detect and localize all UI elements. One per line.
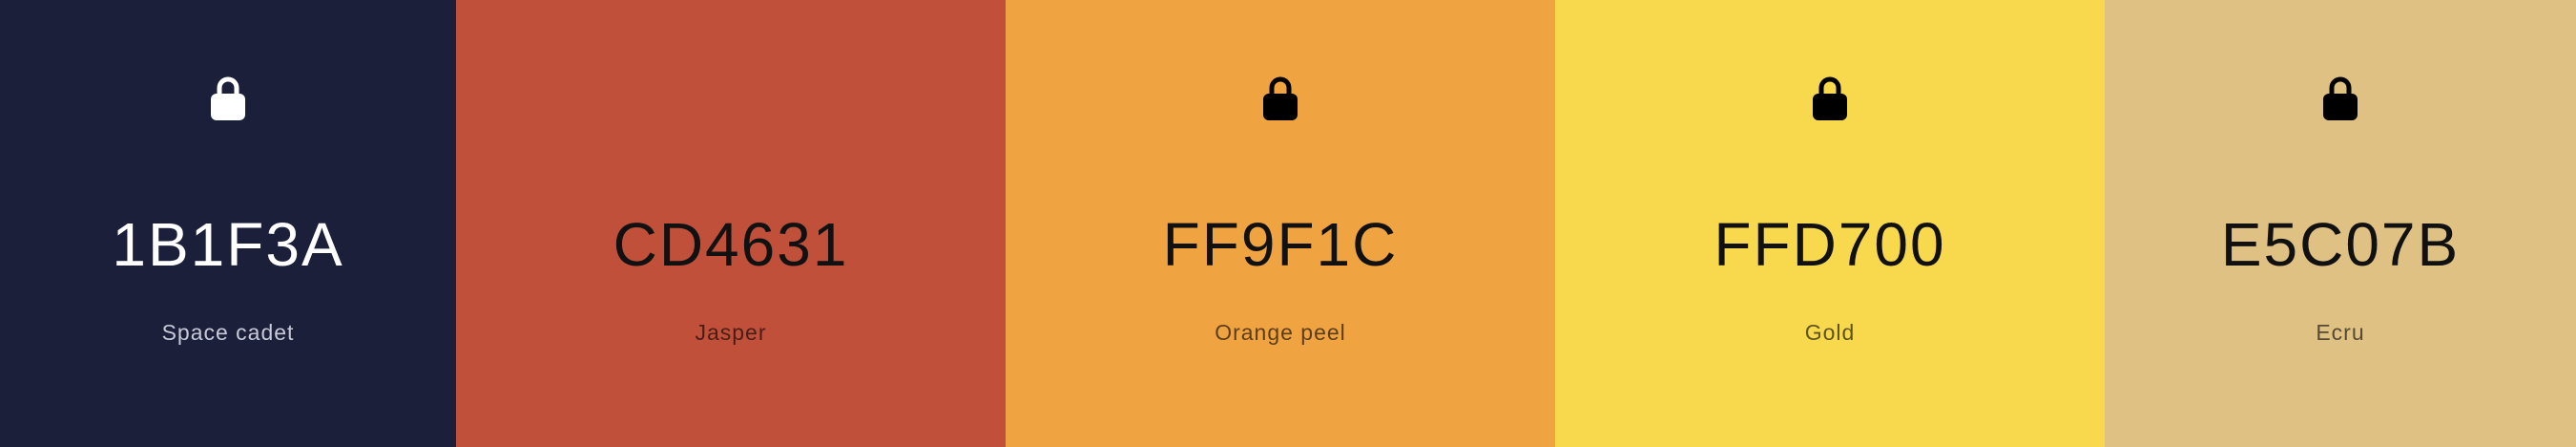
lock-icon[interactable]: [209, 74, 247, 122]
hex-code[interactable]: FF9F1C: [1006, 208, 1555, 281]
color-name: Jasper: [695, 320, 767, 345]
color-name: Space cadet: [161, 320, 295, 345]
swatch-ecru[interactable]: E5C07B Ecru: [2105, 0, 2576, 447]
swatch-jasper[interactable]: CD4631 Jasper: [456, 0, 1006, 447]
color-palette: 1B1F3A Space cadet CD4631 Jasper FF9F1C …: [0, 0, 2576, 447]
color-name: Ecru: [2316, 320, 2365, 345]
hex-code[interactable]: FFD700: [1555, 208, 2105, 281]
hex-code[interactable]: E5C07B: [2105, 208, 2576, 281]
color-name: Orange peel: [1215, 320, 1346, 345]
color-name: Gold: [1804, 320, 1856, 345]
swatch-orange-peel[interactable]: FF9F1C Orange peel: [1006, 0, 1555, 447]
hex-code[interactable]: CD4631: [456, 208, 1006, 281]
lock-icon[interactable]: [1261, 74, 1299, 122]
lock-icon[interactable]: [2321, 74, 2359, 122]
swatch-space-cadet[interactable]: 1B1F3A Space cadet: [0, 0, 456, 447]
lock-icon[interactable]: [1811, 74, 1849, 122]
hex-code[interactable]: 1B1F3A: [0, 208, 456, 281]
swatch-gold[interactable]: FFD700 Gold: [1555, 0, 2105, 447]
